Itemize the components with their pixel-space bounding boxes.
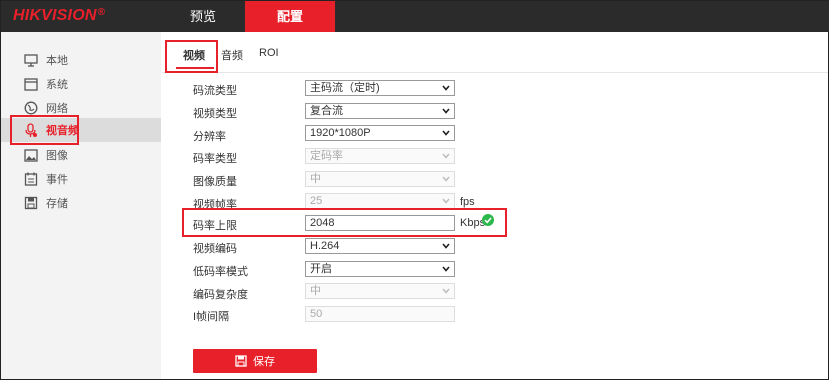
i-frame-interval-input[interactable]: 50 <box>305 306 455 322</box>
resolution-label: 分辨率 <box>193 131 226 143</box>
chevron-down-icon <box>442 266 450 272</box>
low-bitrate-mode-value: 开启 <box>310 263 332 275</box>
sidebar: 本地 系统 网络 视音频 图像 事件 存储 <box>1 32 161 379</box>
chevron-down-icon <box>442 288 450 294</box>
bitrate-type-select[interactable]: 定码率 <box>305 148 455 164</box>
image-quality-value: 中 <box>310 173 321 185</box>
stream-type-value: 主码流（定时) <box>310 82 380 94</box>
video-type-select[interactable]: 复合流 <box>305 103 455 119</box>
sidebar-item-label: 图像 <box>46 150 68 162</box>
video-encoding-select[interactable]: H.264 <box>305 238 455 254</box>
i-frame-interval-value: 50 <box>310 308 323 320</box>
sidebar-item-label: 事件 <box>46 174 68 186</box>
hikvision-logo: HIKVISION® <box>13 7 105 25</box>
chevron-down-icon <box>442 108 450 114</box>
bitrate-type-value: 定码率 <box>310 150 343 162</box>
sidebar-item-label: 存储 <box>46 198 68 210</box>
sidebar-item-system[interactable]: 系统 <box>1 72 161 96</box>
stream-type-label: 码流类型 <box>193 85 237 97</box>
sidebar-item-event[interactable]: 事件 <box>1 167 161 191</box>
encoding-complexity-label: 编码复杂度 <box>193 289 248 301</box>
image-icon <box>24 148 38 162</box>
disk-icon <box>24 196 38 210</box>
frame-rate-unit: fps <box>460 196 475 208</box>
image-quality-label: 图像质量 <box>193 176 237 188</box>
frame-rate-select[interactable]: 25 <box>305 193 455 209</box>
sidebar-item-storage[interactable]: 存储 <box>1 191 161 215</box>
window-icon <box>24 77 38 91</box>
bitrate-type-label: 码率类型 <box>193 153 237 165</box>
video-type-label: 视频类型 <box>193 108 237 120</box>
encoding-complexity-select[interactable]: 中 <box>305 283 455 299</box>
chevron-down-icon <box>442 243 450 249</box>
nav-config[interactable]: 配置 <box>245 1 335 32</box>
save-button[interactable]: 保存 <box>193 349 317 373</box>
logo-text: HIKVISION <box>13 7 97 24</box>
chevron-down-icon <box>442 153 450 159</box>
tabs-divider <box>162 72 828 73</box>
sidebar-item-label: 网络 <box>46 103 68 115</box>
chevron-down-icon <box>442 198 450 204</box>
tab-audio[interactable]: 音频 <box>221 47 243 63</box>
video-encoding-value: H.264 <box>310 240 340 252</box>
monitor-icon <box>24 53 38 67</box>
chevron-down-icon <box>442 85 450 91</box>
calendar-icon <box>24 172 38 186</box>
sidebar-item-local[interactable]: 本地 <box>1 48 161 72</box>
highlight-box-max-bitrate <box>182 208 507 237</box>
chevron-down-icon <box>442 176 450 182</box>
globe-icon <box>24 101 38 115</box>
top-bar: HIKVISION® 预览 配置 <box>1 1 829 32</box>
frame-rate-value: 25 <box>310 195 323 207</box>
sidebar-item-image[interactable]: 图像 <box>1 143 161 167</box>
image-quality-select[interactable]: 中 <box>305 171 455 187</box>
save-icon <box>235 355 247 367</box>
highlight-box-tab <box>165 40 218 73</box>
low-bitrate-mode-label: 低码率模式 <box>193 266 248 278</box>
video-type-value: 复合流 <box>310 105 343 117</box>
nav-preview[interactable]: 预览 <box>158 1 248 32</box>
low-bitrate-mode-select[interactable]: 开启 <box>305 261 455 277</box>
sidebar-item-label: 本地 <box>46 55 68 67</box>
resolution-value: 1920*1080P <box>310 127 371 139</box>
logo-registered-mark: ® <box>97 7 106 18</box>
video-encoding-label: 视频编码 <box>193 243 237 255</box>
encoding-complexity-value: 中 <box>310 285 321 297</box>
highlight-box-sidebar <box>10 115 79 145</box>
stream-type-select[interactable]: 主码流（定时) <box>305 80 455 96</box>
i-frame-interval-label: I帧间隔 <box>193 311 230 323</box>
save-button-label: 保存 <box>253 356 275 368</box>
sidebar-item-label: 系统 <box>46 79 68 91</box>
tab-roi[interactable]: ROI <box>259 47 279 59</box>
resolution-select[interactable]: 1920*1080P <box>305 125 455 141</box>
chevron-down-icon <box>442 130 450 136</box>
